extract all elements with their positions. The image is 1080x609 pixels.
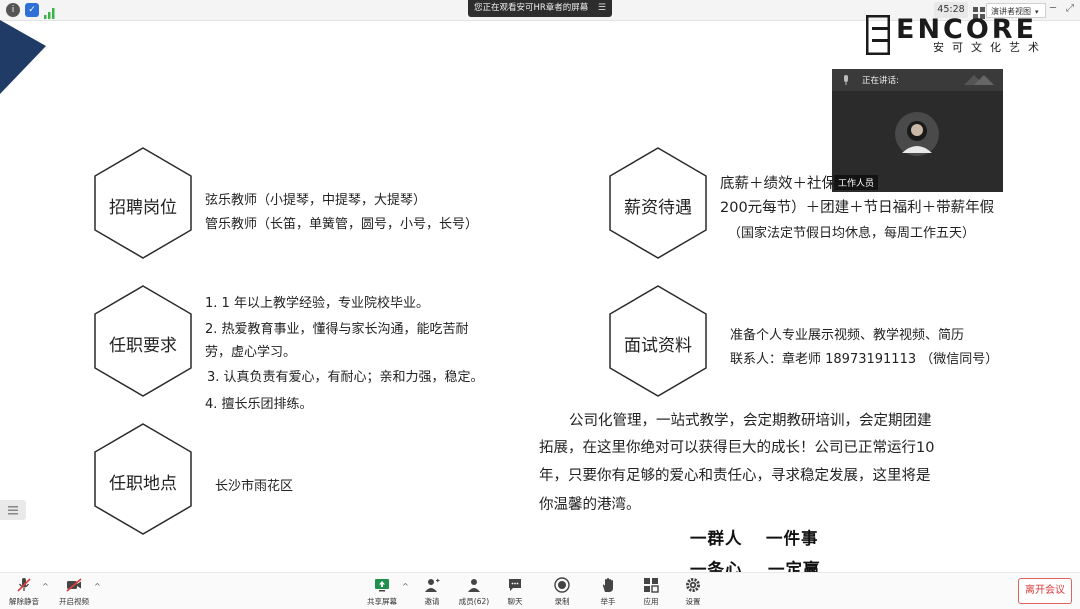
chevron-up-icon[interactable]: ^ — [94, 582, 101, 591]
requirements-title: 任职要求 — [109, 336, 177, 356]
unmute-label: 解除静音 — [9, 597, 39, 606]
settings-button[interactable]: 设置 — [673, 577, 713, 607]
menu-icon[interactable]: ☰ — [598, 0, 606, 17]
video-off-icon — [66, 578, 82, 592]
encore-logo-mark — [866, 15, 890, 55]
apps-label: 应用 — [643, 597, 659, 606]
settings-label: 设置 — [685, 597, 701, 606]
intro-line: 年，只要你有足够的爱心和责任心，寻求稳定发展，这里将是 — [539, 468, 931, 484]
positions-line: 管乐教师（长笛，单簧管，圆号，小号，长号） — [205, 217, 479, 232]
shield-icon[interactable]: ✓ — [25, 3, 39, 17]
list-icon — [8, 506, 18, 515]
positions-title: 招聘岗位 — [109, 198, 177, 218]
intro-line: 拓展，在这里你绝对可以获得巨大的成长！公司已正常运行10 — [539, 440, 935, 456]
microphone-icon — [844, 75, 848, 85]
share-screen-icon — [375, 579, 389, 592]
screen-share-notice[interactable]: 您正在观看安可HR章者的屏幕 ☰ — [468, 0, 612, 17]
record-icon — [554, 577, 570, 593]
intro-line: 公司化管理，一站式教学，会定期教研培训，会定期团建 — [569, 413, 932, 429]
interview-line: 准备个人专业展示视频、教学视频、简历 — [730, 328, 965, 343]
chat-icon — [509, 579, 521, 591]
start-video-label: 开启视频 — [59, 597, 89, 606]
info-icon[interactable]: i — [6, 3, 20, 17]
requirements-line: 4. 擅长乐团排练。 — [205, 397, 313, 412]
leave-meeting-button[interactable]: 离开会议 — [1018, 578, 1072, 604]
requirements-line: 劳，虚心学习。 — [205, 345, 297, 360]
chevron-up-icon[interactable]: ^ — [402, 582, 409, 591]
interview-line: 联系人：章老师 18973191113 （微信同号） — [730, 352, 999, 367]
positions-line: 弦乐教师（小提琴，中提琴，大提琴） — [205, 193, 427, 208]
gear-icon — [686, 578, 700, 592]
minimize-icon[interactable]: ─ — [1050, 3, 1056, 14]
speaking-label: 正在讲话: — [862, 76, 899, 86]
meeting-toolbar — [0, 572, 1080, 609]
participants-label: 成员(62) — [458, 597, 490, 606]
interview-title: 面试资料 — [624, 336, 692, 356]
chat-label: 聊天 — [507, 597, 523, 606]
salary-line: 底薪＋绩效＋社保 — [720, 176, 836, 192]
logo-subtitle: 安可文化艺术 — [933, 41, 1047, 54]
raise-hand-button[interactable]: 举手 — [588, 577, 628, 607]
maximize-icon[interactable]: ⤢ — [1066, 3, 1074, 14]
salary-line: （国家法定节假日均休息，每周工作五天） — [728, 226, 976, 241]
salary-line: 200元每节）＋团建＋节日福利＋带薪年假 — [720, 200, 995, 216]
participant-avatar — [895, 112, 939, 156]
share-notice-text: 您正在观看安可HR章者的屏幕 — [474, 3, 589, 13]
requirements-line: 2. 热爱教育事业，懂得与家长沟通，能吃苦耐 — [205, 322, 469, 337]
invite-button[interactable]: 邀请 — [412, 577, 452, 607]
apps-button[interactable]: 应用 — [631, 577, 671, 607]
side-panel-toggle[interactable] — [0, 500, 26, 520]
unmute-button[interactable]: 解除静音 — [4, 577, 44, 607]
decorative-corner-shape — [0, 20, 46, 94]
slogan-item: 一群人 — [690, 529, 743, 548]
intro-line: 你温馨的港湾。 — [539, 497, 641, 513]
location-title: 任职地点 — [109, 474, 177, 494]
chat-button[interactable]: 聊天 — [495, 577, 535, 607]
record-button[interactable]: 录制 — [542, 577, 582, 607]
requirements-line: 3. 认真负责有爱心，有耐心；亲和力强，稳定。 — [207, 370, 484, 385]
share-screen-button[interactable]: 共享屏幕 — [362, 577, 402, 607]
add-user-icon — [425, 578, 440, 592]
signal-quality-icon — [964, 75, 994, 85]
speaker-video-panel[interactable]: 正在讲话: 工作人员 — [832, 69, 1003, 192]
muted-microphone-icon — [17, 578, 31, 592]
requirements-line: 1. 1 年以上教学经验，专业院校毕业。 — [205, 296, 429, 311]
salary-title: 薪资待遇 — [624, 198, 692, 218]
apps-icon — [644, 578, 659, 593]
raise-hand-label: 举手 — [600, 597, 616, 606]
location-text: 长沙市雨花区 — [215, 479, 294, 494]
slogan-item: 一件事 — [766, 529, 819, 548]
participant-name: 工作人员 — [834, 175, 879, 190]
hand-icon — [602, 578, 613, 592]
share-screen-label: 共享屏幕 — [367, 597, 397, 606]
invite-label: 邀请 — [424, 597, 440, 606]
chevron-up-icon[interactable]: ^ — [42, 582, 49, 591]
users-icon — [468, 579, 480, 592]
participants-button[interactable]: 成员(62) — [454, 577, 494, 607]
record-label: 录制 — [554, 597, 570, 606]
start-video-button[interactable]: 开启视频 — [54, 577, 94, 607]
